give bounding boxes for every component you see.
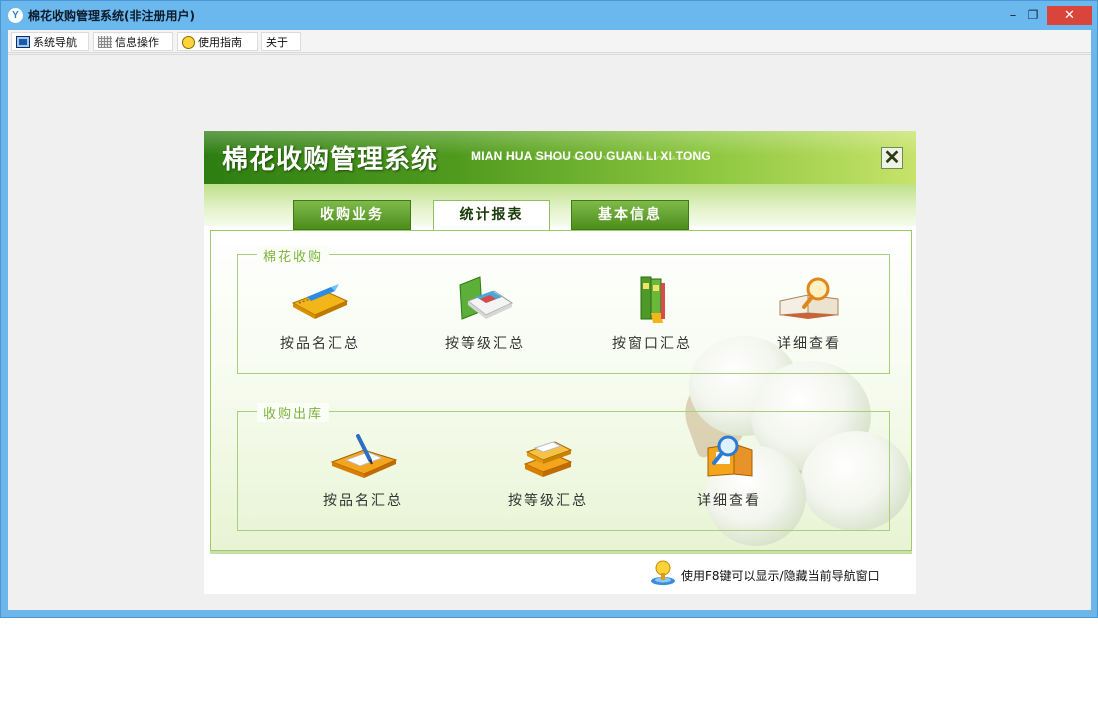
app-window: Y 棉花收购管理系统(非注册用户) – ❐ ✕ 系统导航 信息操作 使用指南 关… [0, 0, 1098, 618]
folder-documents-icon [459, 276, 514, 320]
magnifier-folder-icon [707, 435, 753, 477]
lightbulb-icon [182, 35, 195, 49]
panel-title: 棉花收购管理系统 [222, 145, 439, 175]
report-item-details[interactable]: 详细查看 [754, 273, 864, 353]
group-title: 收购出库 [257, 403, 330, 422]
panel-close-button[interactable]: ✕ [881, 147, 903, 169]
toolbar-divider [8, 54, 1091, 55]
report-item-by-name[interactable]: 按品名汇总 [265, 273, 375, 353]
item-label: 详细查看 [697, 493, 761, 509]
menu-label: 关于 [266, 36, 288, 49]
binders-icon [640, 276, 665, 323]
hint-text: 使用F8键可以显示/隐藏当前导航窗口 [681, 569, 880, 583]
menu-label: 信息操作 [115, 36, 159, 49]
title-bar[interactable]: Y 棉花收购管理系统(非注册用户) – ❐ ✕ [1, 1, 1097, 30]
menu-label: 系统导航 [33, 36, 77, 49]
notebook-pen-icon [330, 434, 398, 478]
group-purchase-outbound: 收购出库 按品名汇总 按等级汇总 详细查看 [237, 403, 890, 531]
content-shadow [210, 551, 912, 554]
window-title: 棉花收购管理系统(非注册用户) [28, 9, 195, 23]
item-label: 详细查看 [777, 336, 841, 352]
panel-subtitle-reflection: MIAN HUA SHOU GOU GUAN LI XI TONG [471, 156, 704, 162]
group-cotton-purchase: 棉花收购 按品名汇总 按等级汇总 按窗口汇总 详细查看 [237, 246, 890, 374]
outbound-item-by-grade[interactable]: 按等级汇总 [493, 430, 603, 510]
item-label: 按品名汇总 [323, 493, 403, 509]
item-label: 按等级汇总 [508, 493, 588, 509]
stacked-books-icon [523, 441, 573, 477]
app-logo-icon: Y [8, 8, 23, 23]
menu-bar: 系统导航 信息操作 使用指南 关于 [8, 30, 1091, 53]
restore-button[interactable]: ❐ [1025, 6, 1041, 25]
menu-user-guide[interactable]: 使用指南 [177, 32, 258, 51]
grid-icon [98, 36, 112, 48]
report-item-by-window[interactable]: 按窗口汇总 [597, 273, 707, 353]
close-button[interactable]: ✕ [1047, 6, 1092, 25]
item-label: 按窗口汇总 [612, 336, 692, 352]
item-label: 按品名汇总 [280, 336, 360, 352]
panel-banner: 棉花收购管理系统 MIAN HUA SHOU GOU GUAN LI XI TO… [204, 131, 916, 184]
menu-label: 使用指南 [198, 36, 242, 49]
notebook-pen-icon [291, 284, 349, 319]
navigation-panel: 棉花收购管理系统 MIAN HUA SHOU GOU GUAN LI XI TO… [204, 131, 916, 594]
tab-basic-info[interactable]: 基本信息 [571, 200, 689, 230]
group-title: 棉花收购 [257, 246, 330, 265]
info-pin-icon [651, 560, 675, 585]
menu-info-ops[interactable]: 信息操作 [93, 32, 173, 51]
report-item-by-grade[interactable]: 按等级汇总 [430, 273, 540, 353]
tab-purchase-business[interactable]: 收购业务 [293, 200, 411, 230]
menu-about[interactable]: 关于 [261, 32, 301, 51]
outbound-item-details[interactable]: 详细查看 [674, 430, 784, 510]
outbound-item-by-name[interactable]: 按品名汇总 [308, 430, 418, 510]
minimize-button[interactable]: – [1005, 6, 1021, 25]
monitor-icon [16, 36, 30, 48]
menu-system-nav[interactable]: 系统导航 [11, 32, 89, 51]
item-label: 按等级汇总 [445, 336, 525, 352]
tab-content: 棉花收购 按品名汇总 按等级汇总 按窗口汇总 详细查看 收购出库 按品名汇总 按… [210, 230, 912, 551]
tab-statistics-report[interactable]: 统计报表 [433, 200, 550, 231]
magnifier-book-icon [779, 277, 839, 319]
